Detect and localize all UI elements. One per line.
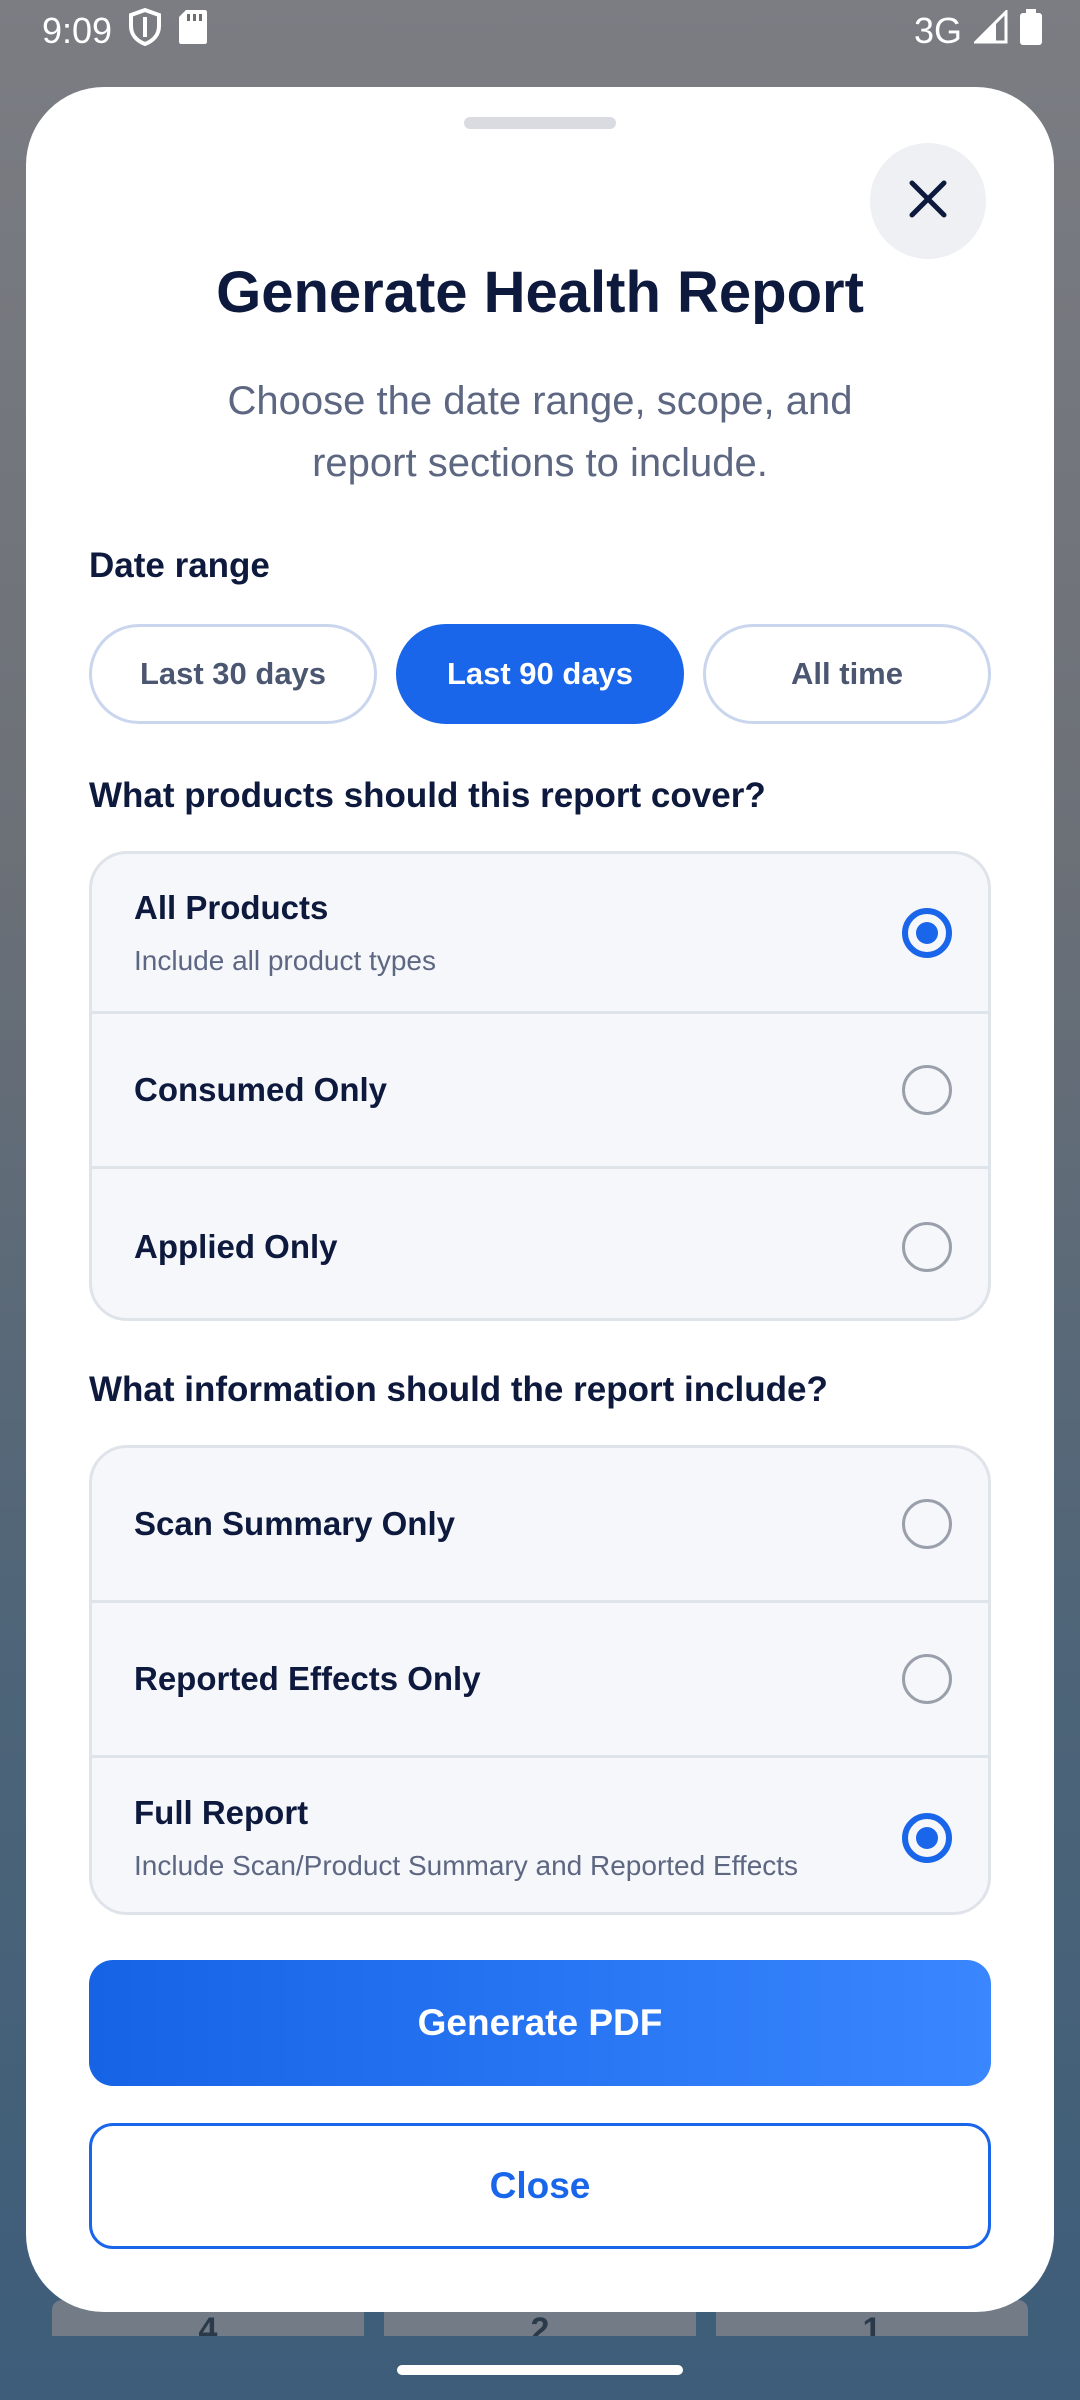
date-range-chips: Last 30 days Last 90 days All time: [89, 624, 991, 724]
information-options: Scan Summary Only Reported Effects Only …: [89, 1445, 991, 1915]
radio-unselected[interactable]: [902, 1654, 952, 1704]
option-applied-only[interactable]: Applied Only: [92, 1169, 988, 1318]
status-time: 9:09: [42, 10, 113, 51]
option-description: Include all product types: [134, 944, 436, 976]
signal-icon: [972, 7, 1008, 53]
option-scan-summary[interactable]: Scan Summary Only: [92, 1448, 988, 1603]
option-consumed-only[interactable]: Consumed Only: [92, 1014, 988, 1169]
products-options: All Products Include all product types C…: [89, 851, 991, 1321]
generate-pdf-button[interactable]: Generate PDF: [89, 1960, 991, 2086]
status-left: 9:09: [42, 7, 208, 55]
shield-icon: [128, 7, 162, 55]
option-title: Applied Only: [134, 1227, 338, 1265]
battery-icon: [1020, 8, 1042, 54]
option-description: Include Scan/Product Summary and Reporte…: [134, 1850, 799, 1881]
radio-unselected[interactable]: [902, 1499, 952, 1549]
sd-card-icon: [178, 9, 208, 54]
date-range-chip[interactable]: Last 30 days: [89, 624, 377, 724]
option-title: Reported Effects Only: [134, 1660, 481, 1697]
radio-selected[interactable]: [902, 907, 952, 958]
status-right: 3G: [913, 7, 1042, 54]
status-bar: 9:09 3G: [0, 0, 1080, 62]
drag-handle[interactable]: [464, 117, 616, 129]
option-reported-effects[interactable]: Reported Effects Only: [92, 1603, 988, 1758]
radio-unselected[interactable]: [902, 1065, 952, 1115]
dialog-subtitle: Choose the date range, scope, and report…: [227, 379, 853, 485]
dialog-title: Generate Health Report: [216, 260, 864, 325]
information-question: What information should the report inclu…: [89, 1370, 828, 1409]
close-icon: [906, 177, 950, 226]
products-question: What products should this report cover?: [89, 776, 766, 815]
close-icon-button[interactable]: [870, 143, 986, 259]
radio-unselected[interactable]: [902, 1221, 952, 1272]
radio-selected[interactable]: [902, 1813, 952, 1863]
option-title: All Products: [134, 888, 329, 926]
option-all-products[interactable]: All Products Include all product types: [92, 854, 988, 1014]
close-button[interactable]: Close: [89, 2123, 991, 2249]
option-title: Scan Summary Only: [134, 1505, 455, 1542]
network-type: 3G: [913, 10, 962, 51]
date-range-chip[interactable]: All time: [703, 624, 991, 724]
date-range-chip[interactable]: Last 90 days: [396, 624, 684, 724]
report-bottom-sheet: Generate Health Report Choose the date r…: [26, 87, 1054, 2312]
option-title: Consumed Only: [134, 1071, 388, 1108]
date-range-label: Date range: [89, 546, 270, 585]
option-full-report[interactable]: Full Report Include Scan/Product Summary…: [92, 1758, 988, 1912]
gesture-nav-handle[interactable]: [397, 2365, 683, 2375]
option-title: Full Report: [134, 1794, 309, 1831]
